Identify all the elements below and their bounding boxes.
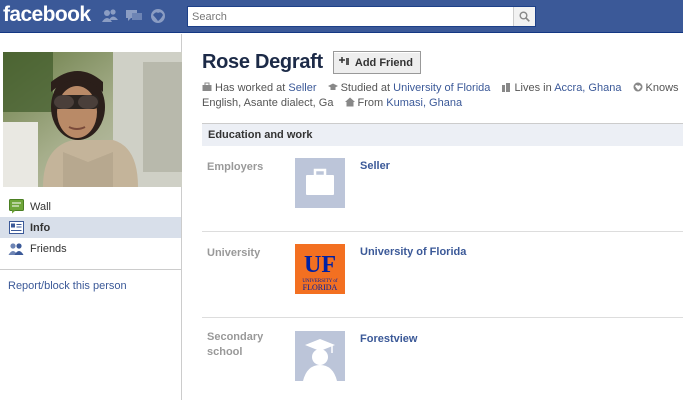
globe-icon: [633, 82, 643, 92]
nav-item-label: Friends: [30, 242, 67, 255]
jewel-icons: [100, 6, 168, 28]
briefcase-small-icon: [202, 82, 212, 91]
facebook-logo[interactable]: facebook: [3, 3, 91, 27]
profile-bio: Has worked at Seller Studied at Universi…: [202, 81, 680, 111]
profile-picture[interactable]: [3, 52, 182, 187]
briefcase-icon[interactable]: [295, 158, 345, 208]
add-friend-button[interactable]: Add Friend: [332, 51, 421, 74]
profile-name: Rose Degraft: [202, 51, 323, 73]
add-friend-icon: [338, 56, 350, 69]
worked-link[interactable]: Seller: [288, 82, 316, 94]
home-icon: [344, 97, 355, 107]
row-link[interactable]: University of Florida: [360, 246, 466, 258]
knows-prefix: Knows: [645, 82, 679, 94]
building-icon: [502, 83, 511, 92]
search-icon: [519, 11, 530, 22]
top-bar: facebook: [0, 0, 683, 33]
studied-prefix: Studied at: [340, 82, 391, 94]
section-header: Education and work: [202, 123, 683, 146]
friend-requests-icon[interactable]: [100, 6, 120, 26]
from-link[interactable]: Kumasi, Ghana: [386, 97, 462, 109]
notifications-icon[interactable]: [148, 6, 168, 26]
info-icon: [8, 220, 24, 236]
divider: [202, 231, 683, 232]
row-label: University: [207, 247, 261, 259]
svg-text:UF: UF: [304, 252, 336, 278]
report-block-link[interactable]: Report/block this person: [8, 280, 127, 292]
nav-item-wall[interactable]: Wall: [0, 196, 181, 217]
messages-icon[interactable]: [124, 6, 144, 26]
divider: [0, 269, 181, 270]
row-label: Secondary school: [207, 331, 264, 358]
nav-item-info[interactable]: Info: [0, 217, 181, 238]
friends-icon: [8, 241, 24, 257]
add-friend-label: Add Friend: [354, 56, 413, 69]
worked-prefix: Has worked at: [215, 82, 286, 94]
studied-link[interactable]: University of Florida: [393, 82, 490, 94]
svg-text:FLORIDA: FLORIDA: [303, 283, 338, 292]
graduate-icon[interactable]: [295, 331, 345, 381]
mortarboard-icon: [327, 83, 338, 90]
search-box: [187, 6, 536, 27]
nav-item-label: Wall: [30, 200, 51, 213]
left-column: Wall Info Friends Report/block this pers…: [0, 34, 182, 400]
from-prefix: From: [357, 97, 384, 109]
search-button[interactable]: [513, 7, 535, 26]
profile-nav: Wall Info Friends: [0, 196, 181, 259]
knows-text: English, Asante dialect, Ga: [202, 97, 334, 109]
divider: [202, 317, 683, 318]
lives-prefix: Lives in: [514, 82, 552, 94]
nav-item-label: Info: [30, 221, 51, 234]
row-label: Employers: [207, 161, 264, 173]
uf-logo[interactable]: UF UNIVERSITY of FLORIDA: [295, 244, 345, 294]
nav-item-friends[interactable]: Friends: [0, 238, 181, 259]
profile-header: Rose Degraft Add Friend: [202, 51, 421, 74]
wall-icon: [8, 199, 24, 215]
row-link[interactable]: Seller: [360, 160, 390, 172]
row-link[interactable]: Forestview: [360, 333, 417, 345]
lives-link[interactable]: Accra, Ghana: [554, 82, 621, 94]
search-input[interactable]: [188, 7, 513, 26]
